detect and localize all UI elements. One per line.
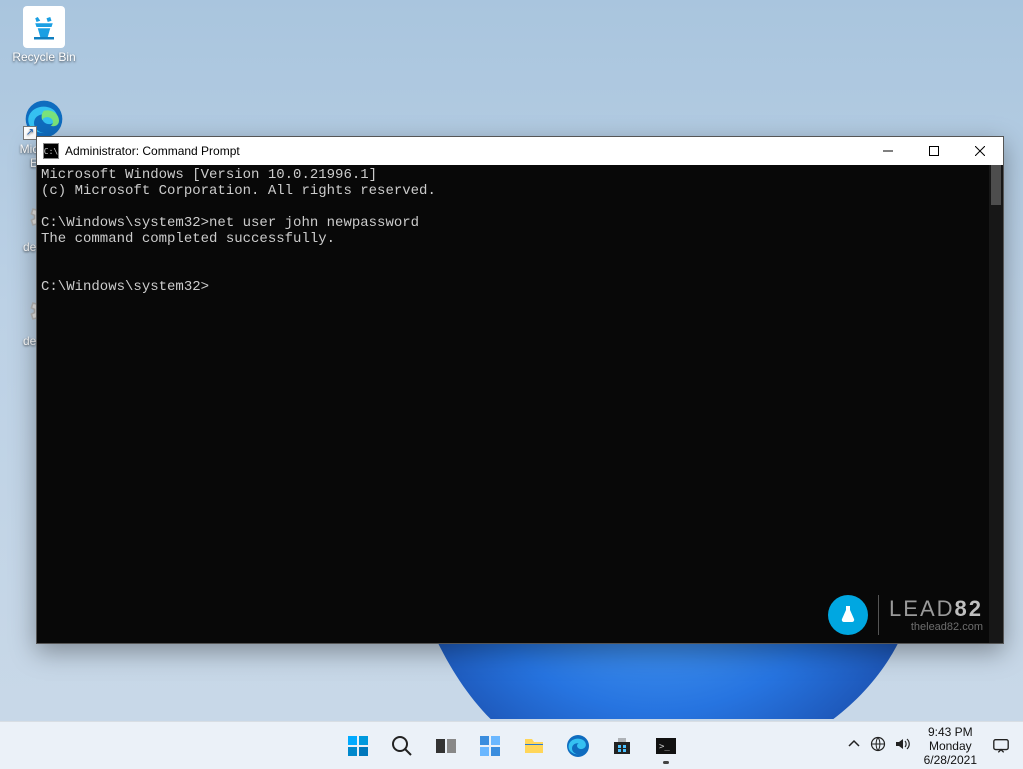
clock-time: 9:43 PM xyxy=(924,725,977,739)
taskbar[interactable]: >_ 9:43 PM Monday 6/28/2021 xyxy=(0,721,1023,769)
clock-day: Monday xyxy=(924,739,977,753)
terminal-output: Microsoft Windows [Version 10.0.21996.1]… xyxy=(41,167,436,295)
terminal-scrollbar[interactable] xyxy=(989,165,1003,643)
flask-icon xyxy=(828,595,868,635)
svg-text:>_: >_ xyxy=(659,742,670,752)
command-prompt-window[interactable]: C:\ Administrator: Command Prompt Micros… xyxy=(36,136,1004,644)
watermark-site: thelead82.com xyxy=(911,622,983,633)
desktop-icon-label: Recycle Bin xyxy=(6,50,82,64)
tray-overflow-button[interactable] xyxy=(846,736,862,755)
store-button[interactable] xyxy=(602,726,642,766)
scrollbar-thumb[interactable] xyxy=(991,165,1001,205)
volume-icon[interactable] xyxy=(894,736,910,755)
clock-date: 6/28/2021 xyxy=(924,753,977,767)
watermark-brand-bold: 82 xyxy=(955,596,983,621)
cmd-icon: C:\ xyxy=(43,143,59,159)
shortcut-overlay-icon: ↗ xyxy=(23,126,37,140)
taskbar-right: 9:43 PM Monday 6/28/2021 xyxy=(840,722,1017,769)
titlebar[interactable]: C:\ Administrator: Command Prompt xyxy=(37,137,1003,165)
start-button[interactable] xyxy=(338,726,378,766)
search-button[interactable] xyxy=(382,726,422,766)
desktop-icon-recycle-bin[interactable]: Recycle Bin xyxy=(6,6,82,64)
network-icon[interactable] xyxy=(870,736,886,755)
close-button[interactable] xyxy=(957,137,1003,165)
watermark-brand: LEAD xyxy=(889,596,954,621)
cmd-taskbar-button[interactable]: >_ xyxy=(646,726,686,766)
terminal-area[interactable]: Microsoft Windows [Version 10.0.21996.1]… xyxy=(37,165,1003,643)
edge-icon: ↗ xyxy=(23,98,65,140)
system-tray[interactable] xyxy=(840,736,916,755)
minimize-button[interactable] xyxy=(865,137,911,165)
taskbar-center: >_ xyxy=(338,722,686,769)
taskview-button[interactable] xyxy=(426,726,466,766)
recycle-bin-icon xyxy=(23,6,65,48)
notifications-button[interactable] xyxy=(985,730,1017,762)
edge-button[interactable] xyxy=(558,726,598,766)
widgets-button[interactable] xyxy=(470,726,510,766)
taskbar-clock[interactable]: 9:43 PM Monday 6/28/2021 xyxy=(924,725,977,767)
maximize-button[interactable] xyxy=(911,137,957,165)
window-title: Administrator: Command Prompt xyxy=(65,144,240,158)
file-explorer-button[interactable] xyxy=(514,726,554,766)
watermark: LEAD82 thelead82.com xyxy=(828,595,983,635)
